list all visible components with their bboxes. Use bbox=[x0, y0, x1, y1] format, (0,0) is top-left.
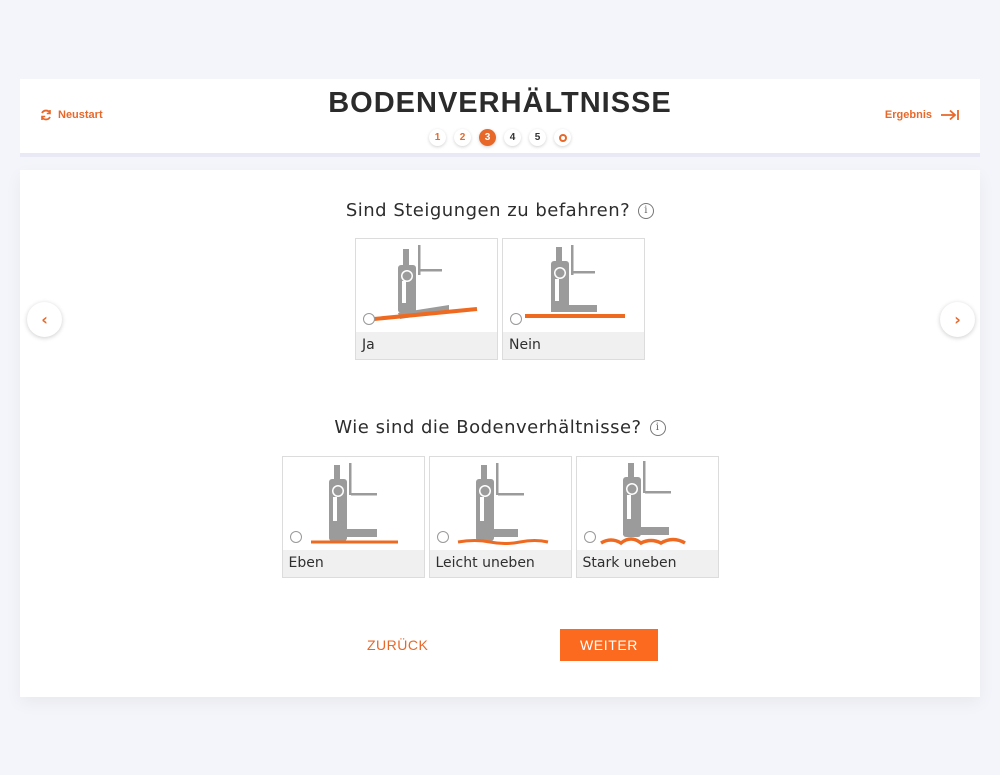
option-ja-label: Ja bbox=[356, 332, 497, 359]
forklift-flat-image bbox=[525, 245, 625, 318]
option-ja-radio[interactable] bbox=[363, 313, 375, 325]
option-nein[interactable]: Nein bbox=[502, 238, 645, 360]
options-floor: Eben Leicht uneben Stark uneben bbox=[20, 456, 980, 578]
result-button[interactable]: Ergebnis bbox=[885, 109, 960, 121]
question-floor-text: Wie sind die Bodenverhältnisse? bbox=[334, 417, 642, 438]
option-nein-label: Nein bbox=[503, 332, 644, 359]
question-card: Sind Steigungen zu befahren? i Ja Nein W… bbox=[20, 170, 980, 697]
step-indicator: 1 2 3 4 5 bbox=[20, 129, 980, 146]
option-ja[interactable]: Ja bbox=[355, 238, 498, 360]
wizard-header: Neustart BODENVERHÄLTNISSE 1 2 3 4 5 Erg… bbox=[20, 79, 980, 157]
options-slopes: Ja Nein bbox=[20, 238, 980, 360]
step-1[interactable]: 1 bbox=[429, 129, 446, 146]
option-stark-uneben-radio[interactable] bbox=[583, 531, 596, 543]
back-button[interactable]: ZURÜCK bbox=[367, 637, 428, 653]
result-label: Ergebnis bbox=[884, 109, 932, 121]
option-eben-label: Eben bbox=[282, 550, 424, 577]
step-3-current[interactable]: 3 bbox=[479, 129, 496, 146]
option-leicht-uneben-radio[interactable] bbox=[436, 531, 449, 543]
previous-arrow-button[interactable]: ‹ bbox=[27, 302, 62, 337]
chevron-left-icon: ‹ bbox=[41, 310, 48, 329]
next-button[interactable]: WEITER bbox=[560, 629, 658, 661]
option-stark-uneben-label: Stark uneben bbox=[576, 550, 718, 577]
question-slopes-text: Sind Steigungen zu befahren? bbox=[345, 200, 631, 221]
option-leicht-uneben[interactable]: Leicht uneben bbox=[428, 456, 572, 578]
step-2[interactable]: 2 bbox=[454, 129, 471, 146]
option-eben-radio[interactable] bbox=[289, 531, 302, 543]
option-stark-uneben[interactable]: Stark uneben bbox=[575, 456, 719, 578]
question-slopes: Sind Steigungen zu befahren? i bbox=[20, 200, 980, 221]
step-result[interactable] bbox=[554, 129, 571, 146]
forklift-on-slope-image bbox=[373, 245, 478, 321]
info-icon[interactable]: i bbox=[649, 419, 666, 436]
step-5[interactable]: 5 bbox=[529, 129, 546, 146]
arrow-to-end-icon bbox=[941, 109, 959, 121]
forklift-very-uneven-image bbox=[599, 461, 686, 546]
step-4[interactable]: 4 bbox=[504, 129, 521, 146]
forklift-slightly-uneven-image bbox=[457, 463, 548, 545]
info-icon[interactable]: i bbox=[638, 202, 655, 219]
option-nein-radio[interactable] bbox=[510, 313, 522, 325]
page-title: BODENVERHÄLTNISSE bbox=[328, 87, 672, 119]
question-floor: Wie sind die Bodenverhältnisse? i bbox=[20, 417, 980, 438]
forklift-even-floor-image bbox=[310, 463, 398, 544]
chevron-right-icon: › bbox=[954, 310, 961, 329]
option-eben[interactable]: Eben bbox=[281, 456, 425, 578]
ring-icon bbox=[558, 133, 567, 142]
option-leicht-uneben-label: Leicht uneben bbox=[429, 550, 571, 577]
next-arrow-button[interactable]: › bbox=[940, 302, 975, 337]
